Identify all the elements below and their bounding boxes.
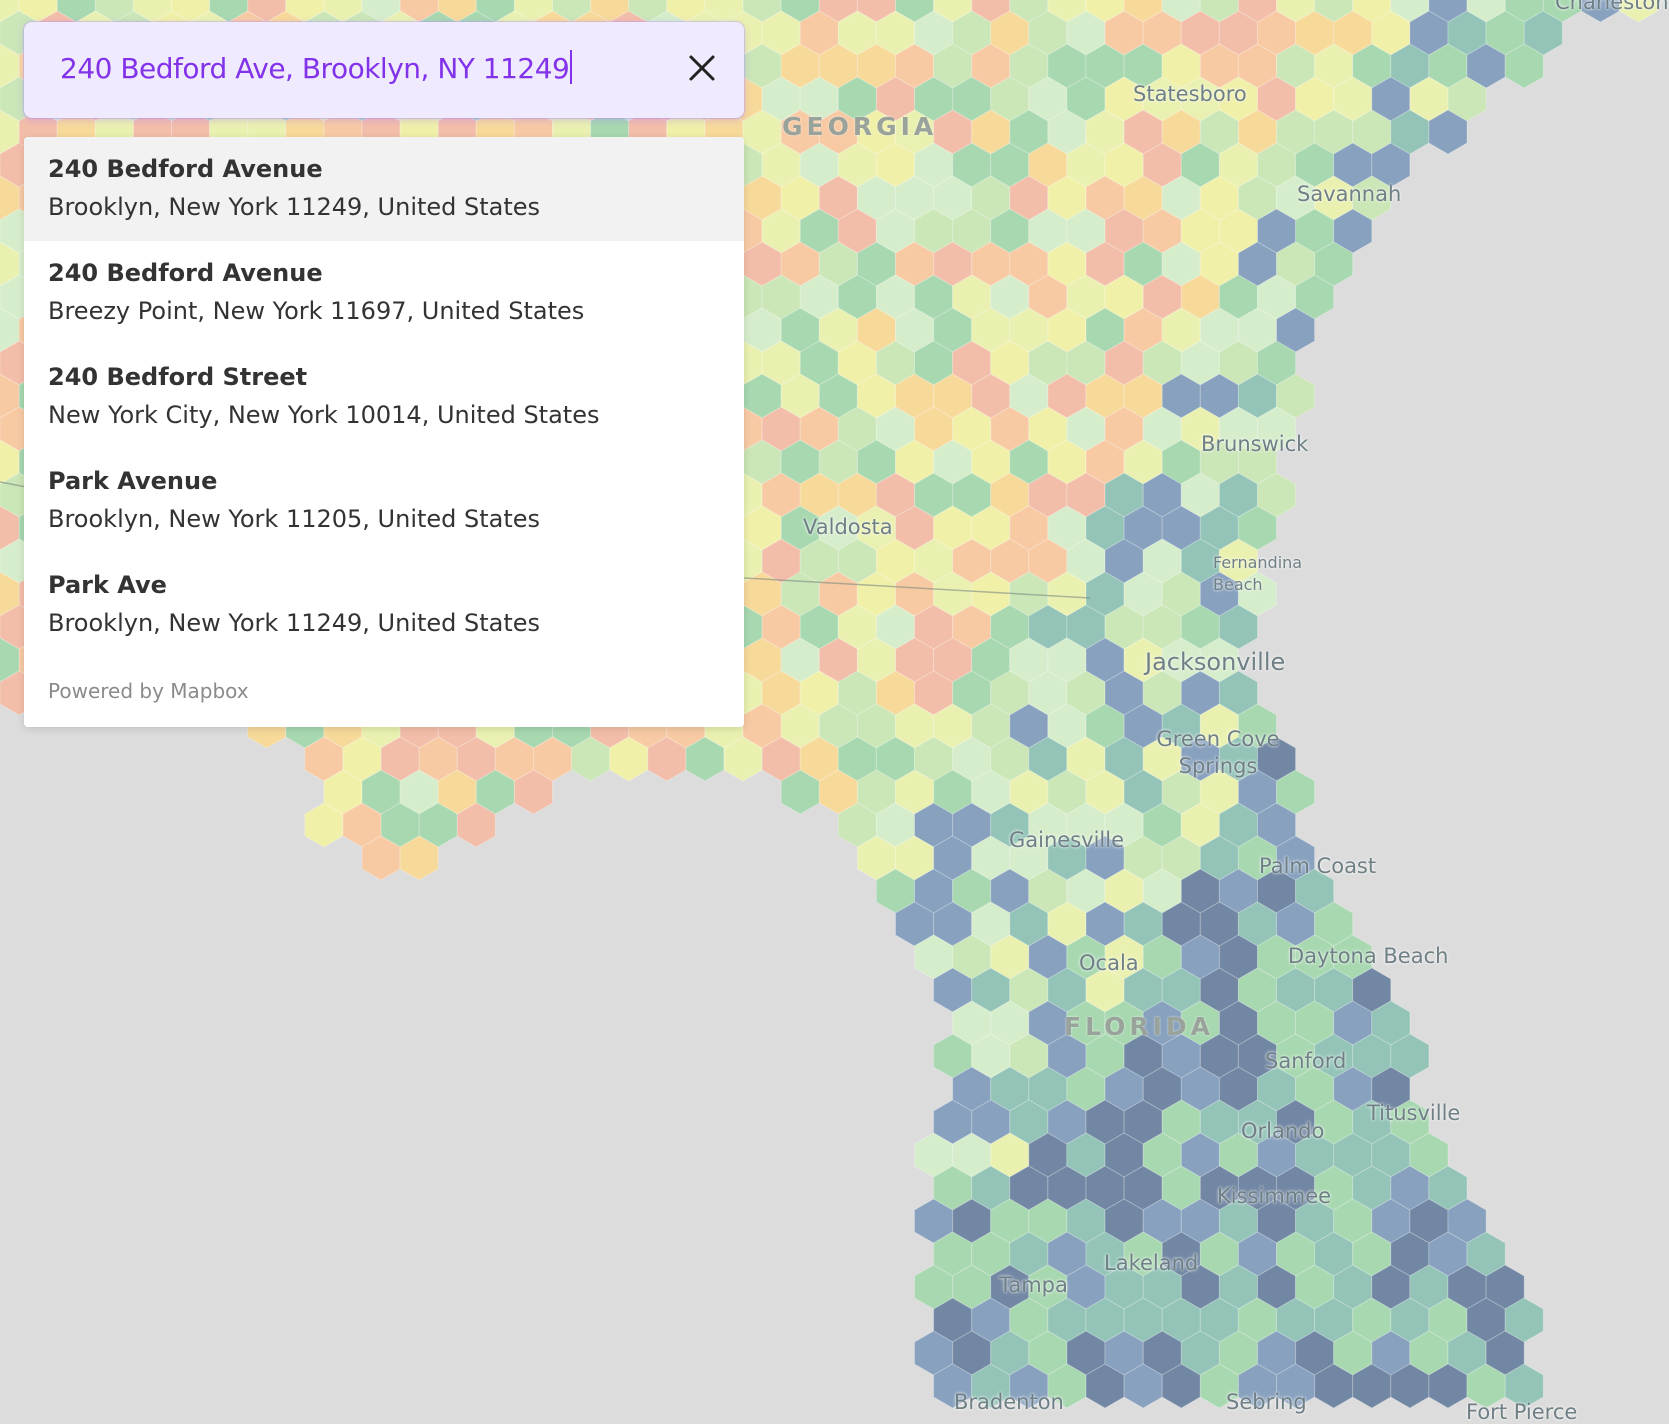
city-label: Fort Pierce [1466, 1400, 1578, 1424]
city-label: Green Cove Springs [1156, 727, 1280, 778]
suggestion-title: Park Ave [48, 571, 167, 599]
city-label: Sanford [1265, 1049, 1347, 1073]
city-label: Fernandina Beach [1213, 553, 1303, 594]
state-label-florida: FLORIDA [1064, 1012, 1215, 1041]
city-label: Orlando [1241, 1119, 1325, 1143]
city-label: Titusville [1367, 1101, 1461, 1125]
clear-search-button[interactable] [682, 48, 722, 88]
suggestion-title: Park Avenue [48, 467, 218, 495]
suggestion-item[interactable]: Park Avenue Brooklyn, New York 11205, Un… [24, 449, 744, 553]
city-label: Gainesville [1009, 828, 1124, 852]
city-label: Kissimmee [1217, 1184, 1332, 1208]
suggestion-title: 240 Bedford Avenue [48, 155, 323, 183]
city-label: Bradenton [954, 1390, 1064, 1414]
suggestion-subtitle: Brooklyn, New York 11249, United States [48, 609, 541, 637]
city-label: Daytona Beach [1288, 944, 1449, 968]
suggestion-item[interactable]: 240 Bedford Street New York City, New Yo… [24, 345, 744, 449]
suggestion-title: 240 Bedford Street [48, 363, 308, 391]
city-label: Brunswick [1201, 432, 1309, 456]
city-label: Palm Coast [1259, 854, 1377, 878]
suggestion-item[interactable]: 240 Bedford Avenue Breezy Point, New Yor… [24, 241, 744, 345]
suggestion-subtitle: Breezy Point, New York 11697, United Sta… [48, 297, 585, 325]
city-label: Savannah [1297, 182, 1402, 206]
city-label: Tampa [999, 1273, 1068, 1297]
state-label-georgia: GEORGIA [782, 112, 938, 141]
city-label: Jacksonville [1145, 648, 1286, 676]
city-label: Charleston [1555, 0, 1669, 14]
suggestion-item[interactable]: Park Ave Brooklyn, New York 11249, Unite… [24, 553, 744, 657]
suggestions-dropdown: 240 Bedford Avenue Brooklyn, New York 11… [24, 137, 744, 727]
city-label: Ocala [1079, 951, 1139, 975]
search-input-value: 240 Bedford Ave, Brooklyn, NY 11249 [60, 52, 570, 85]
suggestion-title: 240 Bedford Avenue [48, 259, 323, 287]
text-caret [570, 50, 573, 84]
city-label: Statesboro [1133, 82, 1247, 106]
suggestion-subtitle: Brooklyn, New York 11249, United States [48, 193, 541, 221]
suggestion-subtitle: Brooklyn, New York 11205, United States [48, 505, 541, 533]
search-bar: 240 Bedford Ave, Brooklyn, NY 11249 [24, 22, 744, 118]
suggestion-subtitle: New York City, New York 10014, United St… [48, 401, 600, 429]
close-icon [689, 55, 715, 81]
search-input[interactable]: 240 Bedford Ave, Brooklyn, NY 11249 [60, 50, 573, 85]
city-label: Sebring [1226, 1390, 1307, 1414]
city-label: Valdosta [803, 515, 893, 539]
city-label: Lakeland [1104, 1251, 1199, 1275]
mapbox-attribution[interactable]: Powered by Mapbox [48, 679, 249, 703]
suggestion-item[interactable]: 240 Bedford Avenue Brooklyn, New York 11… [24, 137, 744, 241]
